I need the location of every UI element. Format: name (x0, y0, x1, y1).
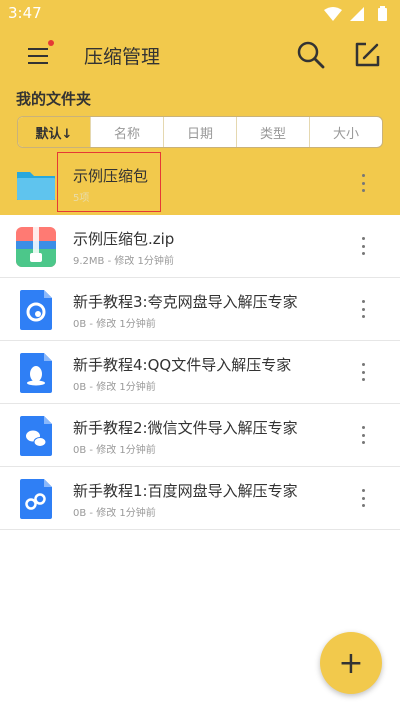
file-meta: 0B - 修改 1分钟前 (73, 508, 156, 519)
zip-file-icon (16, 227, 56, 267)
more-options-icon[interactable] (355, 485, 371, 511)
file-name: 新手教程3:夸克网盘导入解压专家 (73, 293, 298, 311)
notification-dot (48, 40, 54, 46)
baidu-doc-icon (20, 479, 52, 519)
more-options-icon[interactable] (355, 170, 371, 196)
file-row-zip[interactable]: 示例压缩包.zip 9.2MB - 修改 1分钟前 (0, 215, 400, 278)
file-row-folder[interactable]: 示例压缩包 5项 (0, 152, 400, 215)
status-bar: 3:47 (0, 0, 400, 26)
menu-button[interactable] (22, 40, 54, 70)
app-bar: 压缩管理 (0, 26, 400, 84)
file-row-tutorial-2[interactable]: 新手教程2:微信文件导入解压专家 0B - 修改 1分钟前 (0, 404, 400, 467)
file-meta: 0B - 修改 1分钟前 (73, 445, 156, 456)
qq-doc-icon (20, 353, 52, 393)
file-name: 新手教程4:QQ文件导入解压专家 (73, 356, 292, 374)
file-row-tutorial-4[interactable]: 新手教程4:QQ文件导入解压专家 0B - 修改 1分钟前 (0, 341, 400, 404)
section-bar: 我的文件夹 默认↓ 名称 日期 类型 大小 (0, 84, 400, 152)
folder-icon (17, 172, 55, 200)
more-options-icon[interactable] (355, 296, 371, 322)
edit-icon[interactable] (352, 40, 382, 70)
section-title: 我的文件夹 (16, 90, 92, 108)
wechat-doc-icon (20, 416, 52, 456)
file-meta: 9.2MB - 修改 1分钟前 (73, 256, 174, 267)
search-icon[interactable] (296, 40, 326, 70)
system-status-icons (324, 6, 387, 21)
file-name: 示例压缩包.zip (73, 230, 175, 248)
more-options-icon[interactable] (355, 422, 371, 448)
more-options-icon[interactable] (355, 359, 371, 385)
file-name: 新手教程2:微信文件导入解压专家 (73, 419, 298, 437)
more-options-icon[interactable] (355, 233, 371, 259)
sort-tab-type[interactable]: 类型 (237, 117, 310, 147)
file-name: 新手教程1:百度网盘导入解压专家 (73, 482, 298, 500)
quark-doc-icon (20, 290, 52, 330)
sort-tab-default[interactable]: 默认↓ (18, 117, 91, 147)
status-time: 3:47 (8, 4, 42, 22)
file-meta: 0B - 修改 1分钟前 (73, 319, 156, 330)
sort-tabs: 默认↓ 名称 日期 类型 大小 (17, 116, 383, 148)
sort-tab-size[interactable]: 大小 (310, 117, 382, 147)
sort-tab-name[interactable]: 名称 (91, 117, 164, 147)
file-row-tutorial-3[interactable]: 新手教程3:夸克网盘导入解压专家 0B - 修改 1分钟前 (0, 278, 400, 341)
file-row-tutorial-1[interactable]: 新手教程1:百度网盘导入解压专家 0B - 修改 1分钟前 (0, 467, 400, 530)
selection-highlight-box (57, 152, 161, 212)
sort-tab-date[interactable]: 日期 (164, 117, 237, 147)
page-title: 压缩管理 (84, 46, 161, 68)
file-meta: 0B - 修改 1分钟前 (73, 382, 156, 393)
add-button[interactable]: + (320, 632, 382, 694)
file-list: 示例压缩包 5项 示例压缩包.zip 9.2MB - 修改 1分钟前 新手教程3… (0, 152, 400, 530)
